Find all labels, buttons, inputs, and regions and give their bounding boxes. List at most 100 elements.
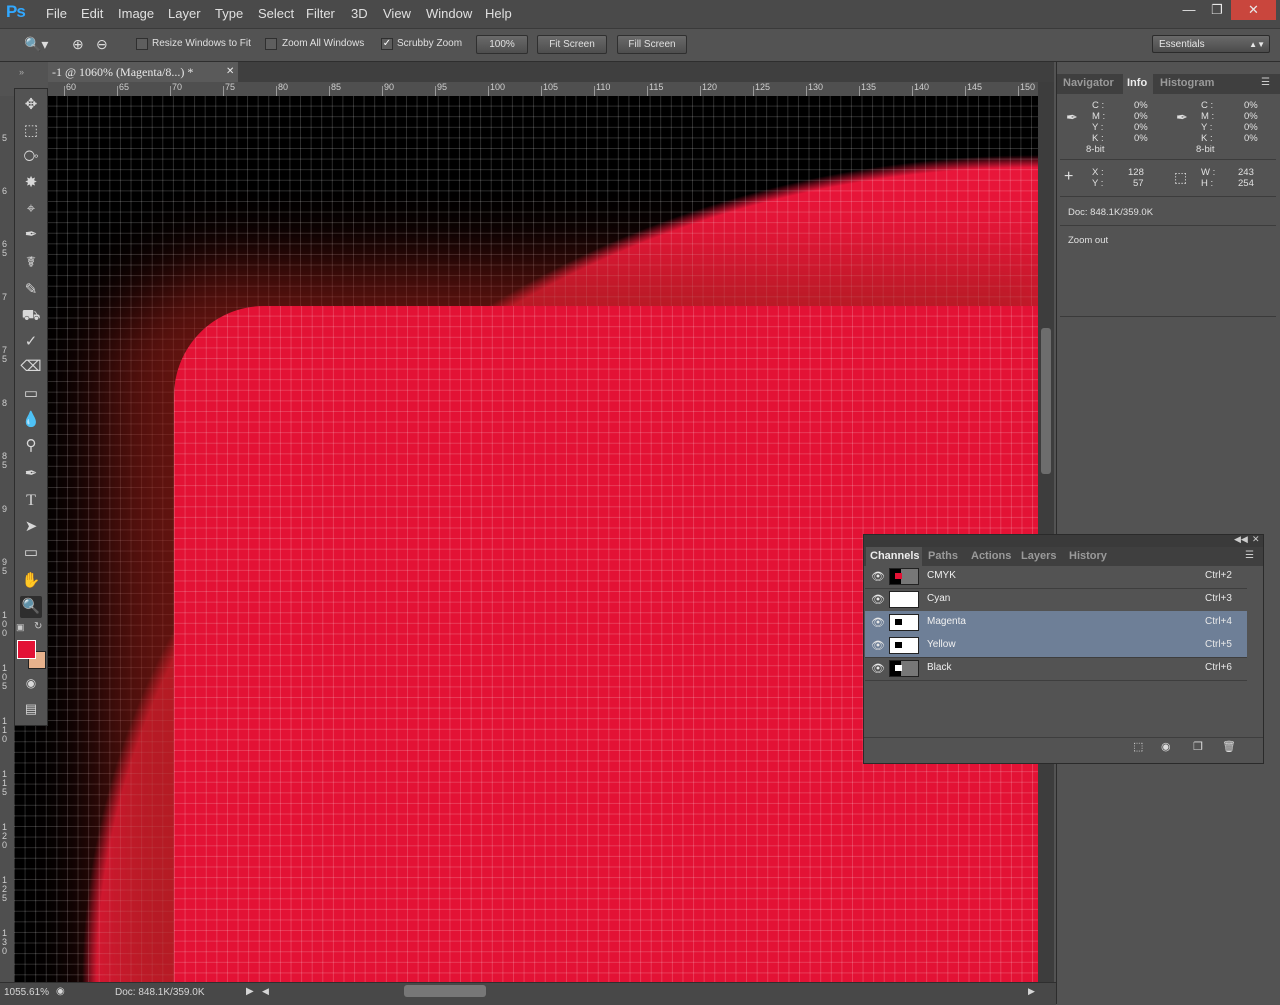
ruler-h-tick [594, 86, 595, 96]
channel-row-cmyk[interactable]: 👁 CMYK Ctrl+2 [865, 565, 1247, 589]
crop-tool-icon[interactable]: ⌖ [20, 198, 42, 220]
menu-image[interactable]: Image [118, 6, 154, 21]
zoom-out-icon[interactable]: ⊖ [96, 36, 108, 53]
eyedropper-readout-2-icon: ✒ [1176, 109, 1188, 125]
save-selection-icon[interactable]: ◉ [1161, 740, 1171, 753]
status-menu-arrow-icon[interactable]: ▶ [246, 986, 254, 997]
rectangle-tool-icon[interactable]: ▭ [20, 542, 42, 564]
zoom-tool-preset-icon[interactable]: 🔍▾ [24, 36, 48, 53]
healing-brush-tool-icon[interactable]: ☤ [20, 252, 42, 274]
horizontal-scroll-thumb[interactable] [404, 985, 486, 997]
tab-layers[interactable]: Layers [1021, 550, 1056, 562]
eyedropper-tool-icon[interactable]: ✒ [20, 224, 42, 246]
channels-panel-titlebar[interactable]: ◀◀ ✕ [864, 534, 1263, 547]
close-tab-icon[interactable]: ✕ [226, 62, 234, 82]
channel-row-cyan[interactable]: 👁 Cyan Ctrl+3 [865, 588, 1247, 612]
load-selection-icon[interactable]: ⬚ [1133, 740, 1143, 753]
menu-file[interactable]: File [46, 6, 67, 21]
info-panel-menu-icon[interactable]: ☰ [1261, 77, 1270, 88]
menu-layer[interactable]: Layer [168, 6, 201, 21]
channel-thumbnail [889, 660, 919, 677]
history-brush-tool-icon[interactable]: ✓ [20, 331, 42, 353]
new-channel-icon[interactable]: ❐ [1193, 740, 1203, 753]
tab-actions[interactable]: Actions [971, 550, 1011, 562]
quick-mask-icon[interactable]: ◉ [20, 672, 42, 694]
channel-row-magenta[interactable]: 👁 Magenta Ctrl+4 [865, 611, 1247, 635]
zoom-all-windows-checkbox[interactable] [265, 38, 277, 50]
tab-paths[interactable]: Paths [928, 550, 958, 562]
path-selection-tool-icon[interactable]: ➤ [20, 516, 42, 538]
tab-navigator[interactable]: Navigator [1063, 77, 1114, 89]
workspace-select[interactable]: Essentials ▲▼ [1152, 35, 1270, 53]
fit-screen-button[interactable]: Fit Screen [537, 35, 607, 54]
menu-select[interactable]: Select [258, 6, 294, 21]
gradient-tool-icon[interactable]: ▭ [20, 383, 42, 405]
vertical-scroll-thumb[interactable] [1041, 328, 1051, 474]
foreground-color-swatch[interactable] [17, 640, 36, 659]
tab-info[interactable]: Info [1127, 77, 1147, 89]
visibility-eye-icon[interactable]: 👁 [871, 662, 885, 675]
tab-channels[interactable]: Channels [870, 550, 920, 562]
magic-wand-tool-icon[interactable]: ✸ [20, 172, 42, 194]
screen-mode-icon[interactable]: ▤ [20, 698, 42, 720]
zoom-level[interactable]: 1055.61% [4, 987, 49, 998]
actual-pixels-button[interactable]: 100% [476, 35, 528, 54]
menu-edit[interactable]: Edit [81, 6, 103, 21]
swap-colors-icon[interactable]: ↻ [34, 621, 42, 632]
blur-tool-icon[interactable]: 💧 [20, 409, 42, 431]
channel-thumbnail [889, 637, 919, 654]
menu-type[interactable]: Type [215, 6, 243, 21]
scrubby-zoom-checkbox[interactable]: ✓ [381, 38, 393, 50]
status-info-icon[interactable]: ◉ [56, 986, 65, 997]
menu-help[interactable]: Help [485, 6, 512, 21]
pen-tool-icon[interactable]: ✒ [20, 463, 42, 485]
delete-channel-icon[interactable]: 🗑 [1222, 740, 1236, 753]
scroll-left-icon[interactable]: ◀ [262, 986, 269, 997]
horizontal-ruler: 60 65 70 75 80 85 90 95 100 105 110 115 120 125 130 135… [48, 82, 1038, 97]
restore-button[interactable]: ❐ [1203, 0, 1231, 20]
collapse-panel-icon[interactable]: ◀◀ [1234, 534, 1248, 545]
ruler-h-label: 135 [861, 82, 877, 92]
visibility-eye-icon[interactable]: 👁 [871, 570, 885, 583]
info-panel-bottom [1060, 316, 1276, 317]
tab-histogram[interactable]: Histogram [1160, 77, 1214, 89]
status-bar: 1055.61% ◉ Doc: 848.1K/359.0K ▶ ◀ ▶ [0, 982, 1056, 1005]
default-colors-icon[interactable]: ▣ [16, 622, 25, 633]
menu-view[interactable]: View [383, 6, 411, 21]
hand-tool-icon[interactable]: ✋ [20, 570, 42, 592]
close-panel-icon[interactable]: ✕ [1252, 534, 1260, 545]
minimize-button[interactable]: — [1175, 0, 1203, 20]
move-tool-icon[interactable]: ✥ [20, 94, 42, 116]
channel-shortcut: Ctrl+2 [1205, 570, 1232, 581]
clone-stamp-tool-icon[interactable]: ⛟ [20, 305, 42, 327]
channel-row-yellow[interactable]: 👁 Yellow Ctrl+5 [865, 634, 1247, 658]
visibility-eye-icon[interactable]: 👁 [871, 639, 885, 652]
vertical-scrollbar[interactable] [1038, 82, 1054, 982]
lasso-tool-icon[interactable]: ⧂ [20, 146, 42, 168]
ruler-h-label: 70 [172, 82, 183, 92]
zoom-in-icon[interactable]: ⊕ [72, 36, 84, 53]
eraser-tool-icon[interactable]: ⌫ [20, 356, 42, 378]
zoom-all-windows-label: Zoom All Windows [282, 38, 365, 49]
tab-history[interactable]: History [1069, 550, 1107, 562]
ruler-h-label: 90 [384, 82, 395, 92]
fill-screen-button[interactable]: Fill Screen [617, 35, 687, 54]
menu-filter[interactable]: Filter [306, 6, 335, 21]
zoom-tool-icon[interactable]: 🔍 [20, 596, 42, 618]
channels-panel-menu-icon[interactable]: ☰ [1245, 550, 1254, 561]
menu-window[interactable]: Window [426, 6, 472, 21]
resize-windows-checkbox[interactable] [136, 38, 148, 50]
toolbox-collapse-icon[interactable]: » [19, 67, 24, 77]
visibility-eye-icon[interactable]: 👁 [871, 593, 885, 606]
document-tab[interactable]: -1 @ 1060% (Magenta/8...) * ✕ [48, 62, 238, 82]
marquee-tool-icon[interactable]: ⬚ [20, 120, 42, 142]
visibility-eye-icon[interactable]: 👁 [871, 616, 885, 629]
type-tool-icon[interactable]: T [20, 490, 42, 512]
channel-row-black[interactable]: 👁 Black Ctrl+6 [865, 657, 1247, 681]
info2-k-label: K : [1201, 133, 1213, 144]
close-button[interactable]: ✕ [1231, 0, 1276, 20]
menu-3d[interactable]: 3D [351, 6, 368, 21]
brush-tool-icon[interactable]: ✎ [20, 279, 42, 301]
dodge-tool-icon[interactable]: ⚲ [20, 435, 42, 457]
scroll-right-icon[interactable]: ▶ [1028, 986, 1035, 997]
